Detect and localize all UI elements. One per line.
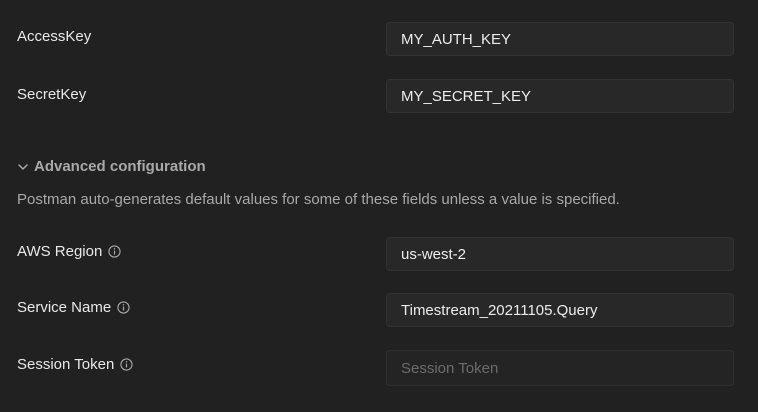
advanced-helper-text: Postman auto-generates default values fo… xyxy=(17,191,620,208)
info-icon[interactable] xyxy=(120,358,133,371)
advanced-configuration-label: Advanced configuration xyxy=(34,158,206,175)
session-token-input[interactable] xyxy=(386,350,734,386)
secret-key-label: SecretKey xyxy=(17,86,86,103)
service-name-input[interactable] xyxy=(386,293,734,327)
advanced-configuration-toggle[interactable]: Advanced configuration xyxy=(17,158,206,175)
access-key-input[interactable] xyxy=(386,22,734,56)
info-icon[interactable] xyxy=(108,245,121,258)
service-name-label-text: Service Name xyxy=(17,299,112,316)
access-key-label-text: AccessKey xyxy=(17,28,92,45)
chevron-down-icon xyxy=(17,161,29,173)
session-token-label-text: Session Token xyxy=(17,356,115,373)
aws-region-input[interactable] xyxy=(386,237,734,271)
info-icon[interactable] xyxy=(117,301,130,314)
service-name-label: Service Name xyxy=(17,299,130,316)
secret-key-input[interactable] xyxy=(386,79,734,113)
secret-key-label-text: SecretKey xyxy=(17,86,87,103)
aws-region-label: AWS Region xyxy=(17,243,121,260)
access-key-label: AccessKey xyxy=(17,28,91,45)
aws-region-label-text: AWS Region xyxy=(17,243,103,260)
session-token-label: Session Token xyxy=(17,356,133,373)
